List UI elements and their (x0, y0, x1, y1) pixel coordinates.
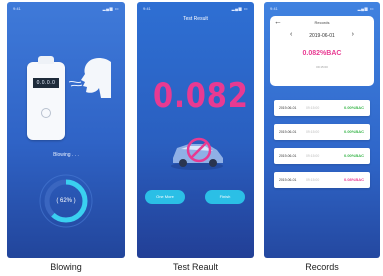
record-date: 2019-06-01 (279, 178, 297, 182)
selected-date: 2019-06-01 (309, 33, 335, 39)
caption-records: Records (305, 262, 339, 272)
status-bar: 9:41 ▂▄▆ ▭ (270, 6, 374, 14)
record-date: 2019-06-01 (279, 106, 297, 110)
record-row[interactable]: 2019-06-01 09:15:00 0.00%BAC (274, 124, 370, 140)
record-date: 2019-06-01 (279, 154, 297, 158)
blowing-screen: 9:41 ▂▄▆ ▭ 0.0.0.0 Blowing . . . ( 62% ) (7, 2, 125, 258)
record-value: 0.00%BAC (343, 129, 364, 134)
summary-bac: 0.082%BAC (302, 50, 342, 57)
signal-battery-icon: ▂▄▆ ▭ (357, 6, 374, 11)
breathalyzer-device-image: 0.0.0.0 (27, 56, 65, 140)
device-button-icon (41, 108, 51, 118)
signal-battery-icon: ▂▄▆ ▭ (102, 6, 119, 11)
status-time: 9:41 (143, 6, 151, 11)
status-time: 9:41 (270, 6, 278, 11)
records-screen: 9:41 ▂▄▆ ▭ ← Records ‹ 2019-06-01 › 0.08… (264, 2, 380, 258)
mouthpiece (38, 56, 54, 64)
record-date: 2019-06-01 (279, 130, 297, 134)
record-value: 0.00%BAC (343, 153, 364, 158)
summary-time: 09:15:00 (316, 65, 328, 69)
page-title: Test Result (183, 16, 208, 22)
record-row[interactable]: 2019-06-01 09:15:00 0.08%BAC (274, 172, 370, 188)
finish-button[interactable]: Finish (205, 190, 245, 204)
caption-test-result: Test Reault (172, 262, 219, 272)
record-time: 09:15:00 (306, 106, 320, 110)
page-title: Records (314, 20, 330, 25)
status-bar: 9:41 ▂▄▆ ▭ (143, 6, 248, 14)
record-row[interactable]: 2019-06-01 09:15:00 0.00%BAC (274, 100, 370, 116)
next-date-chevron-icon[interactable]: › (352, 31, 354, 38)
record-value: 0.00%BAC (343, 105, 364, 110)
record-value: 0.08%BAC (343, 177, 364, 182)
summary-card: ← Records ‹ 2019-06-01 › 0.082%BAC 09:15… (270, 16, 374, 86)
bac-reading: 0.082 (153, 76, 249, 116)
test-result-screen: 9:41 ▂▄▆ ▭ Test Result 0.082 %BAC One Mo… (137, 2, 254, 258)
caption-blowing: Blowing (50, 262, 82, 272)
one-more-button[interactable]: One More (145, 190, 185, 204)
record-time: 09:15:00 (306, 154, 320, 158)
record-time: 09:15:00 (306, 130, 320, 134)
face-blowing-icon (69, 58, 111, 98)
signal-battery-icon: ▂▄▆ ▭ (231, 6, 248, 11)
car-no-drink-icon (171, 137, 223, 170)
bac-unit: %BAC (232, 103, 244, 108)
status-time: 9:41 (13, 6, 21, 11)
record-time: 09:15:00 (306, 178, 320, 182)
progress-percent: ( 62% ) (56, 198, 76, 204)
record-row[interactable]: 2019-06-01 09:15:00 0.00%BAC (274, 148, 370, 164)
status-bar: 9:41 ▂▄▆ ▭ (13, 6, 119, 14)
device-display: 0.0.0.0 (33, 78, 59, 88)
progress-ring: ( 62% ) (37, 172, 95, 230)
blowing-status-text: Blowing . . . (53, 152, 79, 158)
